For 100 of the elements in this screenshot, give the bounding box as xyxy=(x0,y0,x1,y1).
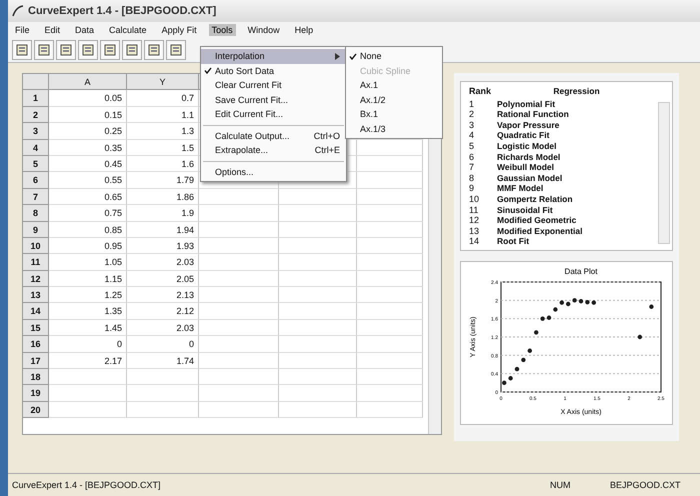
rank-number: 11 xyxy=(469,204,480,216)
rank-number: 9 xyxy=(469,183,476,194)
table-cell: 2.03 xyxy=(127,320,199,336)
menu-item[interactable]: Calculate Output... Ctrl+O xyxy=(201,128,346,143)
row-header[interactable]: 12 xyxy=(23,270,49,288)
menu-item[interactable]: Options... xyxy=(201,164,346,179)
chart-title: Data Plot xyxy=(564,267,598,276)
rank-number: 5 xyxy=(469,140,476,152)
regression-name[interactable]: Root Fit xyxy=(497,236,530,247)
table-cell: 2.12 xyxy=(127,303,199,320)
menu-item[interactable]: File xyxy=(12,24,33,36)
regression-name[interactable]: Quadratic Fit xyxy=(497,130,550,141)
table-cell: 0.75 xyxy=(49,205,127,222)
rank-number: 7 xyxy=(469,162,476,173)
menu-item[interactable]: Extrapolate... Ctrl+E xyxy=(201,143,346,158)
table-cell: 2.17 xyxy=(49,352,127,370)
row-header[interactable]: 5 xyxy=(23,156,49,172)
table-cell: 1.86 xyxy=(127,188,199,206)
row-header[interactable]: 20 xyxy=(23,402,49,418)
regression-name[interactable]: MMF Model xyxy=(497,183,544,194)
table-cell: 1.93 xyxy=(127,238,199,254)
status-file: BEJPGOOD.CXT xyxy=(610,480,682,490)
column-header[interactable]: Y xyxy=(127,74,199,90)
menu-item[interactable]: Edit Current Fit... xyxy=(201,107,346,122)
menu-item[interactable]: Save Current Fit... xyxy=(201,92,346,107)
table-cell: 1.3 xyxy=(127,123,199,140)
menu-item[interactable]: Tools xyxy=(208,24,236,36)
menu-item[interactable]: Bx.1 xyxy=(346,107,442,122)
table-cell: 1.94 xyxy=(127,222,199,238)
table-cell: 2.13 xyxy=(127,287,199,304)
regression-name[interactable]: Vapor Pressure xyxy=(497,120,560,130)
rank-number: 12 xyxy=(469,215,480,226)
table-cell: 0.25 xyxy=(49,123,127,140)
menu-item[interactable]: Auto Sort Data xyxy=(201,64,346,78)
regression-name[interactable]: Weibull Model xyxy=(497,162,554,173)
menu-item[interactable]: None xyxy=(346,49,442,64)
table-cell: 0 xyxy=(127,336,199,353)
table-cell: 1.15 xyxy=(49,270,127,288)
table-cell: 0.15 xyxy=(49,106,127,124)
status-text: CurveExpert 1.4 - [BEJPGOOD.CXT] xyxy=(12,480,162,490)
rank-number: 6 xyxy=(469,152,476,162)
row-header[interactable]: 10 xyxy=(23,238,49,254)
window-title: CurveExpert 1.4 - [BEJPGOOD.CXT] xyxy=(28,5,216,17)
row-header[interactable]: 16 xyxy=(23,336,49,353)
row-header[interactable]: 9 xyxy=(23,222,49,238)
regression-name[interactable]: Polynomial Fit xyxy=(497,98,556,110)
row-header[interactable]: 3 xyxy=(23,123,49,140)
table-cell: 1.45 xyxy=(49,320,127,336)
column-header[interactable]: A xyxy=(49,74,127,90)
menu-item[interactable]: Clear Current Fit xyxy=(201,78,346,92)
table-cell: 0.85 xyxy=(49,222,127,238)
regression-name[interactable]: Modified Geometric xyxy=(497,215,576,226)
menu-item[interactable]: Ax.1 xyxy=(346,78,442,92)
rank-number: 13 xyxy=(469,226,480,236)
row-header[interactable]: 1 xyxy=(23,90,49,107)
row-header[interactable]: 14 xyxy=(23,303,49,320)
row-header[interactable]: 19 xyxy=(23,385,49,402)
rank-number: 10 xyxy=(469,194,480,205)
menu-item[interactable]: Data xyxy=(72,24,98,36)
regression-name[interactable]: Sinusoidal Fit xyxy=(497,204,553,216)
regression-name[interactable]: Logistic Model xyxy=(497,140,556,152)
row-header[interactable]: 6 xyxy=(23,172,49,189)
row-header[interactable]: 13 xyxy=(23,287,49,304)
regression-name[interactable]: Gaussian Model xyxy=(497,172,562,184)
regression-name[interactable]: Gompertz Relation xyxy=(497,194,573,205)
menu-item[interactable]: Ax.1/2 xyxy=(346,92,442,107)
regression-name[interactable]: Richards Model xyxy=(497,152,560,162)
table-cell: 1.1 xyxy=(127,106,199,124)
row-header[interactable]: 15 xyxy=(23,320,49,336)
menu-item[interactable]: Help xyxy=(292,24,316,36)
table-cell: 1.25 xyxy=(49,287,127,304)
table-cell: 1.6 xyxy=(127,156,199,172)
rank-number: 4 xyxy=(469,130,476,141)
row-header[interactable]: 4 xyxy=(23,140,49,156)
menu-item[interactable]: Apply Fit xyxy=(158,24,200,36)
table-cell: 0 xyxy=(49,336,127,353)
table-cell: 2.03 xyxy=(127,254,199,271)
row-header[interactable]: 11 xyxy=(23,254,49,271)
table-cell: 0.05 xyxy=(49,90,127,107)
row-header[interactable]: 2 xyxy=(23,106,49,124)
status-indicator: NUM xyxy=(550,480,572,490)
row-header[interactable]: 18 xyxy=(23,369,49,386)
rank-number: 3 xyxy=(469,120,476,130)
regression-name[interactable]: Rational Function xyxy=(497,109,569,120)
row-header[interactable]: 17 xyxy=(23,352,49,370)
table-cell: 2.05 xyxy=(127,270,199,288)
row-header[interactable]: 7 xyxy=(23,188,49,206)
row-header[interactable]: 8 xyxy=(23,205,49,222)
rank-number: 14 xyxy=(469,236,480,247)
menu-item[interactable]: Window xyxy=(244,24,283,36)
table-cell: 1.79 xyxy=(127,172,199,189)
table-cell: 1.5 xyxy=(127,140,199,156)
menu-item[interactable]: Edit xyxy=(42,24,64,36)
menu-item[interactable]: Interpolation xyxy=(201,49,346,64)
rank-number: 1 xyxy=(469,98,476,110)
regression-name[interactable]: Modified Exponential xyxy=(497,226,582,236)
menu-item[interactable]: Calculate xyxy=(106,24,150,36)
menu-item[interactable]: Ax.1/3 xyxy=(346,122,442,136)
table-cell: 0.95 xyxy=(49,238,127,254)
table-cell: 0.45 xyxy=(49,156,127,172)
